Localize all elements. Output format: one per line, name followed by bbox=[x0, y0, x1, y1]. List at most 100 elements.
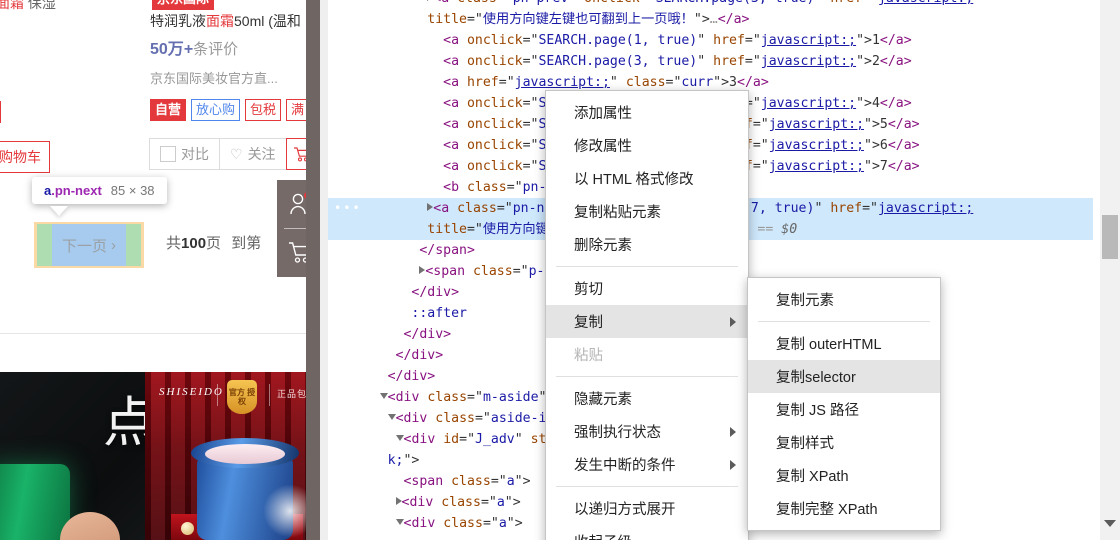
copy-submenu[interactable]: 复制元素 复制 outerHTML 复制selector 复制 JS 路径 复制样式 复制… bbox=[747, 277, 941, 531]
product-title[interactable]: 特润乳液面霜50ml (温和 bbox=[150, 10, 301, 32]
promo-banner-right[interactable]: SHISEIDO 官方 授权 正品包税 bbox=[145, 372, 306, 540]
code-token-gy: … bbox=[709, 12, 718, 27]
code-token-pun: =" bbox=[744, 33, 761, 48]
chevron-right-icon: › bbox=[111, 236, 116, 254]
copy-submenu-item-4[interactable]: 复制 JS 路径 bbox=[748, 393, 940, 426]
dom-context-menu[interactable]: 添加属性 修改属性以 HTML 格式修改 复制粘贴元素 删除元素剪切复制粘贴隐藏元素强… bbox=[545, 90, 749, 540]
collapse-arrow-icon[interactable] bbox=[379, 393, 388, 399]
code-token-pun: =" bbox=[862, 0, 878, 6]
context-menu-item-1[interactable]: 修改属性 bbox=[546, 129, 748, 162]
context-menu-item-4[interactable]: 删除元素 bbox=[546, 228, 748, 261]
scroll-down-icon[interactable] bbox=[1104, 520, 1116, 527]
add-to-cart-button[interactable]: 入购物车 bbox=[0, 141, 50, 173]
floating-user-button[interactable] bbox=[277, 180, 306, 228]
promo-jar-cream bbox=[205, 444, 285, 464]
code-token-pun: =" bbox=[522, 33, 539, 48]
devtools-scrollbar-track[interactable] bbox=[1100, 0, 1120, 540]
collapse-arrow-icon[interactable] bbox=[395, 519, 404, 525]
code-token-attr: class bbox=[441, 495, 481, 510]
context-menu-item-7[interactable]: 复制 bbox=[546, 305, 748, 338]
code-token-attr: class bbox=[443, 516, 483, 531]
product-action-row: 对比 ♡ 关注 bbox=[149, 138, 306, 170]
code-token-link[interactable]: javascript:; bbox=[515, 75, 610, 90]
collapse-arrow-icon[interactable] bbox=[387, 414, 396, 420]
code-token-link[interactable]: javascript:; bbox=[761, 96, 856, 111]
copy-submenu-item-3[interactable]: 复制selector bbox=[748, 360, 940, 393]
product-reviews[interactable]: 50万+条评价 bbox=[150, 40, 238, 60]
code-token-attr: href bbox=[466, 75, 499, 90]
context-menu-item-3[interactable]: 复制粘贴元素 bbox=[546, 195, 748, 228]
page-scrollbar[interactable] bbox=[306, 0, 320, 540]
follow-button[interactable]: ♡ 关注 bbox=[219, 138, 287, 170]
context-menu-item-2[interactable]: 以 HTML 格式修改 bbox=[546, 162, 748, 195]
code-token-pun: ">5 bbox=[864, 117, 888, 132]
dom-node-row[interactable]: <a onclick="SEARCH.page(3, true)" href="… bbox=[328, 51, 1093, 72]
context-menu-item-15[interactable]: 收起子级 bbox=[546, 525, 748, 540]
code-token-link[interactable]: javascript:; bbox=[878, 0, 973, 6]
code-token-link[interactable]: javascript:; bbox=[761, 54, 856, 69]
code-token-link[interactable]: javascript:; bbox=[769, 138, 864, 153]
devtools-scrollbar-thumb[interactable] bbox=[1102, 215, 1118, 259]
dom-node-row[interactable]: <a onclick="SEARCH.page(1, true)" href="… bbox=[328, 30, 1093, 51]
context-menu-item-14[interactable]: 以递归方式展开 bbox=[546, 492, 748, 525]
pagination-total-info: 共100页 到第 bbox=[166, 232, 261, 253]
code-token-pun: =" bbox=[497, 0, 513, 6]
copy-submenu-item-5[interactable]: 复制样式 bbox=[748, 426, 940, 459]
context-menu-item-12[interactable]: 发生中断的条件 bbox=[546, 448, 748, 481]
code-token-tag: <a bbox=[443, 159, 467, 174]
code-token-tag: <div bbox=[401, 495, 442, 510]
copy-submenu-item-6[interactable]: 复制 XPath bbox=[748, 459, 940, 492]
code-token-link[interactable]: javascript:; bbox=[769, 159, 864, 174]
compare-button[interactable]: 对比 bbox=[149, 138, 220, 170]
floating-sidebar-widget[interactable] bbox=[277, 180, 306, 277]
product-title[interactable]: 液面霜 保湿 bbox=[0, 0, 56, 14]
collapsed-children-badge[interactable]: ••• bbox=[334, 202, 362, 214]
add-cart-icon-button[interactable] bbox=[285, 138, 306, 170]
code-token-attr: id bbox=[443, 432, 460, 447]
code-token-pun: "> bbox=[514, 474, 531, 489]
context-menu-item-label: 粘贴 bbox=[574, 348, 603, 364]
code-token-tag: </span> bbox=[419, 243, 475, 258]
copy-submenu-item-2[interactable]: 复制 outerHTML bbox=[748, 327, 940, 360]
product-shop[interactable]: 京东国际美妆官方直... bbox=[150, 69, 278, 89]
dom-node-row[interactable]: title="使用方向键左键也可翻到上一页哦！">…</a> bbox=[328, 9, 1093, 30]
dom-node-row[interactable]: <a class="pn-prev" onclick="SEARCH.page(… bbox=[328, 0, 1093, 9]
code-token-pun: =" bbox=[522, 159, 539, 174]
context-menu-item-label: 复制 bbox=[574, 315, 603, 331]
context-menu-item-11[interactable]: 强制执行状态 bbox=[546, 415, 748, 448]
pagination-next-button[interactable]: 下一页 › bbox=[34, 222, 144, 268]
collapse-arrow-icon[interactable] bbox=[395, 435, 404, 441]
inspector-tooltip: a.pn-next 85 × 38 bbox=[32, 177, 167, 204]
code-token-link[interactable]: javascript:; bbox=[761, 33, 856, 48]
code-token-link[interactable]: javascript:; bbox=[769, 117, 864, 132]
floating-cart-button[interactable] bbox=[277, 229, 306, 277]
code-token-val: a bbox=[498, 516, 507, 531]
code-token-attr: class bbox=[625, 75, 666, 90]
copy-submenu-item-0[interactable]: 复制元素 bbox=[748, 283, 940, 316]
code-token-tag: <a bbox=[443, 138, 467, 153]
context-menu-item-6[interactable]: 剪切 bbox=[546, 272, 748, 305]
copy-submenu-item-7[interactable]: 复制完整 XPath bbox=[748, 492, 940, 525]
code-token-pun: " bbox=[697, 33, 714, 48]
total-prefix: 共 bbox=[166, 235, 182, 252]
context-menu-item-label: 收起子级 bbox=[574, 531, 632, 540]
product-title-lead: 特润乳液 bbox=[150, 13, 206, 29]
code-token-pun: ">1 bbox=[856, 33, 880, 48]
code-token-attr: onclick bbox=[466, 54, 523, 69]
submenu-arrow-icon bbox=[730, 459, 736, 470]
code-token-attr: href bbox=[830, 201, 863, 216]
code-token-val: SEARCH.page(1, true) bbox=[538, 33, 698, 48]
promo-divider-1 bbox=[217, 384, 218, 406]
code-token-pun: ">6 bbox=[864, 138, 888, 153]
checkbox-icon[interactable] bbox=[160, 146, 176, 162]
context-menu-item-0[interactable]: 添加属性 bbox=[546, 96, 748, 129]
next-page-label: 下一页 bbox=[61, 237, 107, 255]
context-menu-item-10[interactable]: 隐藏元素 bbox=[546, 382, 748, 415]
code-token-link[interactable]: javascript:; bbox=[878, 201, 973, 216]
